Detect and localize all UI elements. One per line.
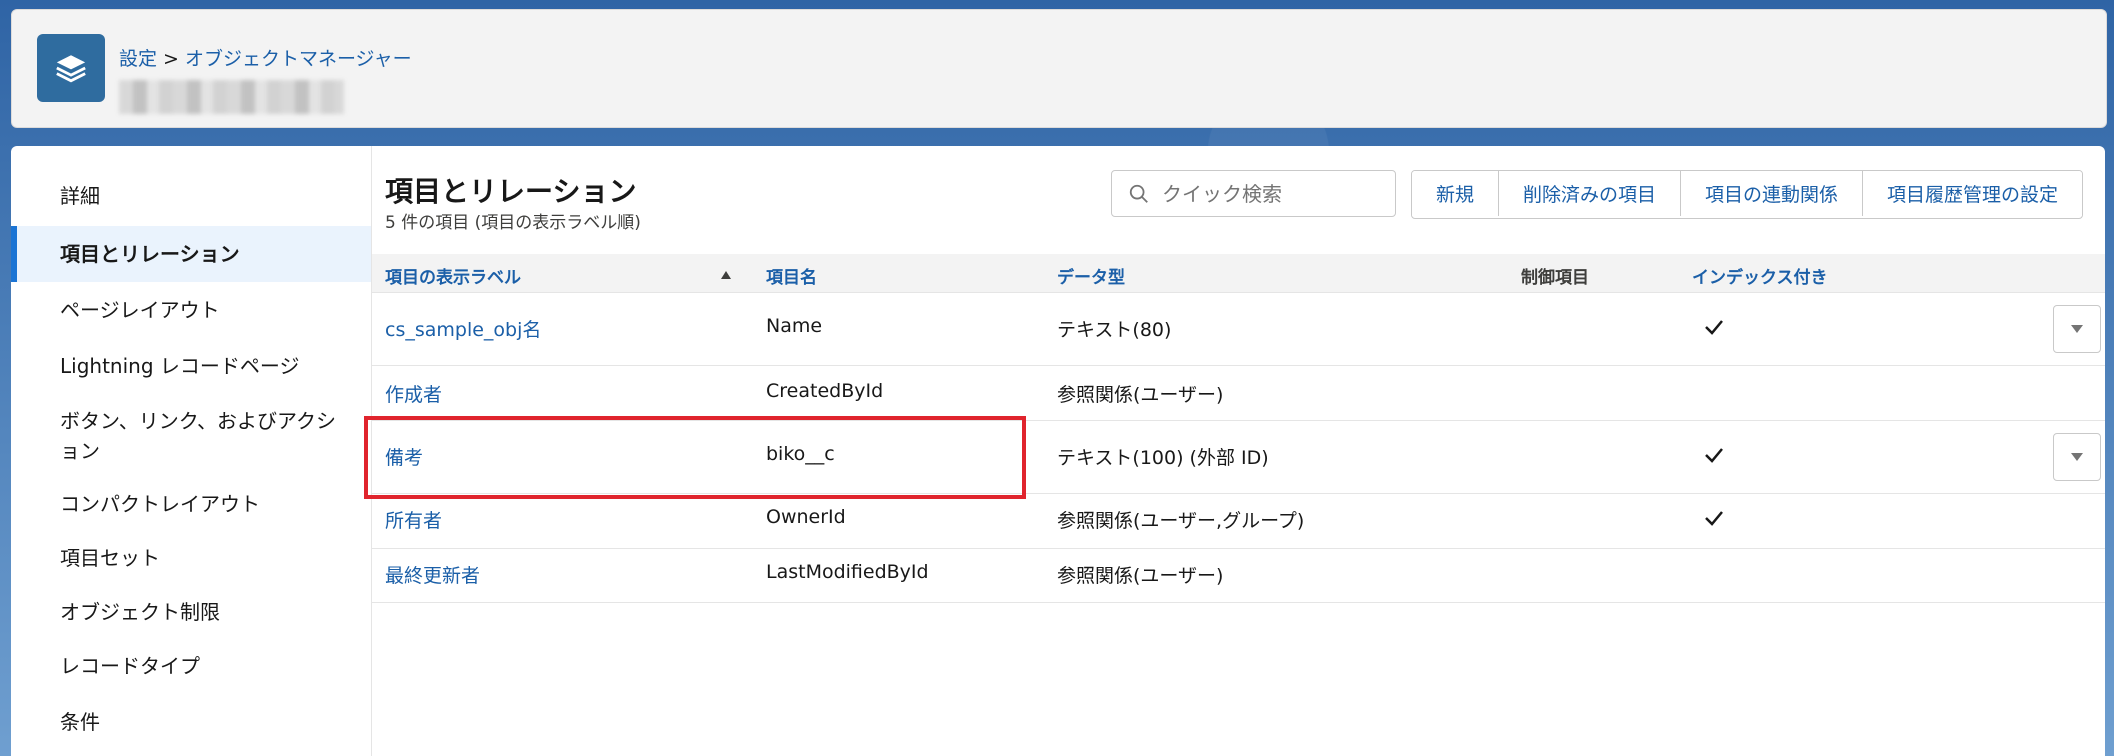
field-type: 参照関係(ユーザー) (1057, 384, 1224, 406)
checkmark-icon (1704, 508, 1724, 533)
field-label-link[interactable]: 最終更新者 (385, 561, 480, 588)
row-actions-button[interactable] (2053, 433, 2101, 481)
search-input[interactable] (1160, 179, 1389, 209)
table-row: 作成者 CreatedById 参照関係(ユーザー) (372, 366, 2105, 421)
sidebar-nav: 詳細 項目とリレーション ページレイアウト Lightning レコードページ … (11, 146, 372, 756)
content-panel: 詳細 項目とリレーション ページレイアウト Lightning レコードページ … (11, 146, 2105, 756)
table-row: 所有者 OwnerId 参照関係(ユーザー,グループ) (372, 494, 2105, 549)
blurred-object-name (119, 80, 344, 114)
field-name: LastModifiedById (766, 561, 929, 583)
table-row: cs_sample_obj名 Name テキスト(80) (372, 293, 2105, 366)
sidebar-item-compact-layouts[interactable]: コンパクトレイアウト (11, 490, 371, 518)
new-button[interactable]: 新規 (1412, 171, 1500, 216)
set-history-tracking-button[interactable]: 項目履歴管理の設定 (1863, 171, 2083, 216)
action-button-group: 新規 削除済みの項目 項目の連動関係 項目履歴管理の設定 (1411, 170, 2084, 219)
field-name: Name (766, 315, 823, 337)
field-label-link[interactable]: cs_sample_obj名 (385, 315, 541, 342)
field-type: 参照関係(ユーザー) (1057, 565, 1224, 587)
field-name: OwnerId (766, 506, 846, 528)
layers-icon (37, 34, 105, 102)
quick-search (1111, 170, 1396, 217)
field-type: テキスト(80) (1057, 319, 1172, 341)
sidebar-item-lightning-record-pages[interactable]: Lightning レコードページ (11, 352, 371, 380)
row-actions-button[interactable] (2053, 305, 2101, 353)
checkmark-icon (1704, 317, 1724, 342)
breadcrumb: 設定 > オブジェクトマネージャー (119, 44, 412, 71)
field-type: 参照関係(ユーザー,グループ) (1057, 510, 1305, 532)
column-header-controlling: 制御項目 (1521, 268, 1589, 288)
field-name: CreatedById (766, 380, 884, 402)
breadcrumb-setup-link[interactable]: 設定 (119, 48, 157, 70)
column-header-indexed[interactable]: インデックス付き (1692, 263, 1828, 288)
table-row: 最終更新者 LastModifiedById 参照関係(ユーザー) (372, 549, 2105, 603)
field-type: テキスト(100) (外部 ID) (1057, 447, 1269, 469)
checkmark-icon (1704, 445, 1724, 470)
sidebar-item-fields-relationships[interactable]: 項目とリレーション (11, 226, 371, 282)
breadcrumb-separator: > (163, 48, 179, 70)
sidebar-item-conditions[interactable]: 条件 (11, 708, 371, 736)
column-header-type[interactable]: データ型 (1057, 263, 1125, 288)
field-label-link[interactable]: 作成者 (385, 380, 442, 407)
chevron-down-icon (2071, 325, 2083, 333)
column-header-label[interactable]: 項目の表示ラベル (385, 263, 521, 288)
search-icon (1128, 183, 1150, 209)
sidebar-item-record-types[interactable]: レコードタイプ (11, 652, 371, 680)
breadcrumb-object-manager-link[interactable]: オブジェクトマネージャー (185, 48, 412, 70)
page-title: 項目とリレーション (385, 175, 637, 208)
column-header-name[interactable]: 項目名 (766, 263, 817, 288)
deleted-fields-button[interactable]: 削除済みの項目 (1499, 171, 1682, 216)
sort-ascending-icon[interactable] (720, 265, 732, 285)
chevron-down-icon (2071, 453, 2083, 461)
sidebar-item-object-limits[interactable]: オブジェクト制限 (11, 598, 371, 626)
page-header: 設定 > オブジェクトマネージャー (11, 9, 2107, 128)
field-label-link[interactable]: 所有者 (385, 506, 442, 533)
sidebar-item-details[interactable]: 詳細 (11, 182, 371, 210)
table-header: 項目の表示ラベル 項目名 データ型 制御項目 インデックス付き (372, 254, 2105, 293)
sidebar-item-buttons-links-actions[interactable]: ボタン、リンク、およびアクション (11, 406, 371, 466)
field-dependencies-button[interactable]: 項目の連動関係 (1681, 171, 1864, 216)
sidebar-item-field-sets[interactable]: 項目セット (11, 544, 371, 572)
sidebar-item-page-layouts[interactable]: ページレイアウト (11, 296, 371, 324)
annotation-highlight-box (364, 416, 1026, 499)
page-subtitle: 5 件の項目 (項目の表示ラベル順) (385, 213, 641, 233)
